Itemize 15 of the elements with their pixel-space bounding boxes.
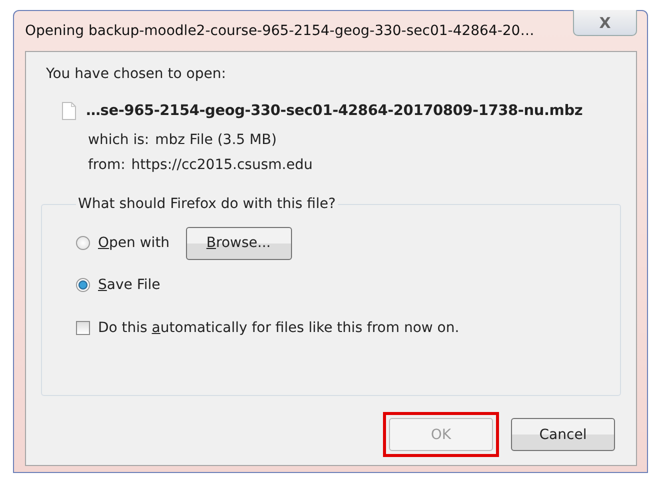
source-url: https://cc2015.csusm.edu	[131, 157, 313, 173]
checkbox-option[interactable]: Do this automatically for files like this from now on.	[76, 320, 620, 336]
radio-option[interactable]: Save File	[76, 277, 160, 293]
cancel-button[interactable]: Cancel	[511, 418, 615, 451]
close-button[interactable]: X	[573, 10, 637, 36]
browse-button[interactable]: Browse...	[186, 226, 292, 260]
window-title: Opening backup-moodle2-course-965-2154-geog-330-sec01-42864-20…	[25, 23, 534, 39]
radio-option[interactable]: Open with	[76, 235, 170, 251]
document-icon	[62, 102, 76, 120]
file-type: mbz File (3.5 MB)	[155, 132, 277, 148]
type-label: which is:	[88, 132, 150, 148]
intro-text: You have chosen to open:	[46, 66, 227, 82]
source-label: from:	[88, 157, 126, 173]
group-legend: What should Firefox do with this file?	[76, 196, 338, 212]
file-name: …se-965-2154-geog-330-sec01-42864-20170809-1738-nu.mbz	[86, 103, 583, 119]
